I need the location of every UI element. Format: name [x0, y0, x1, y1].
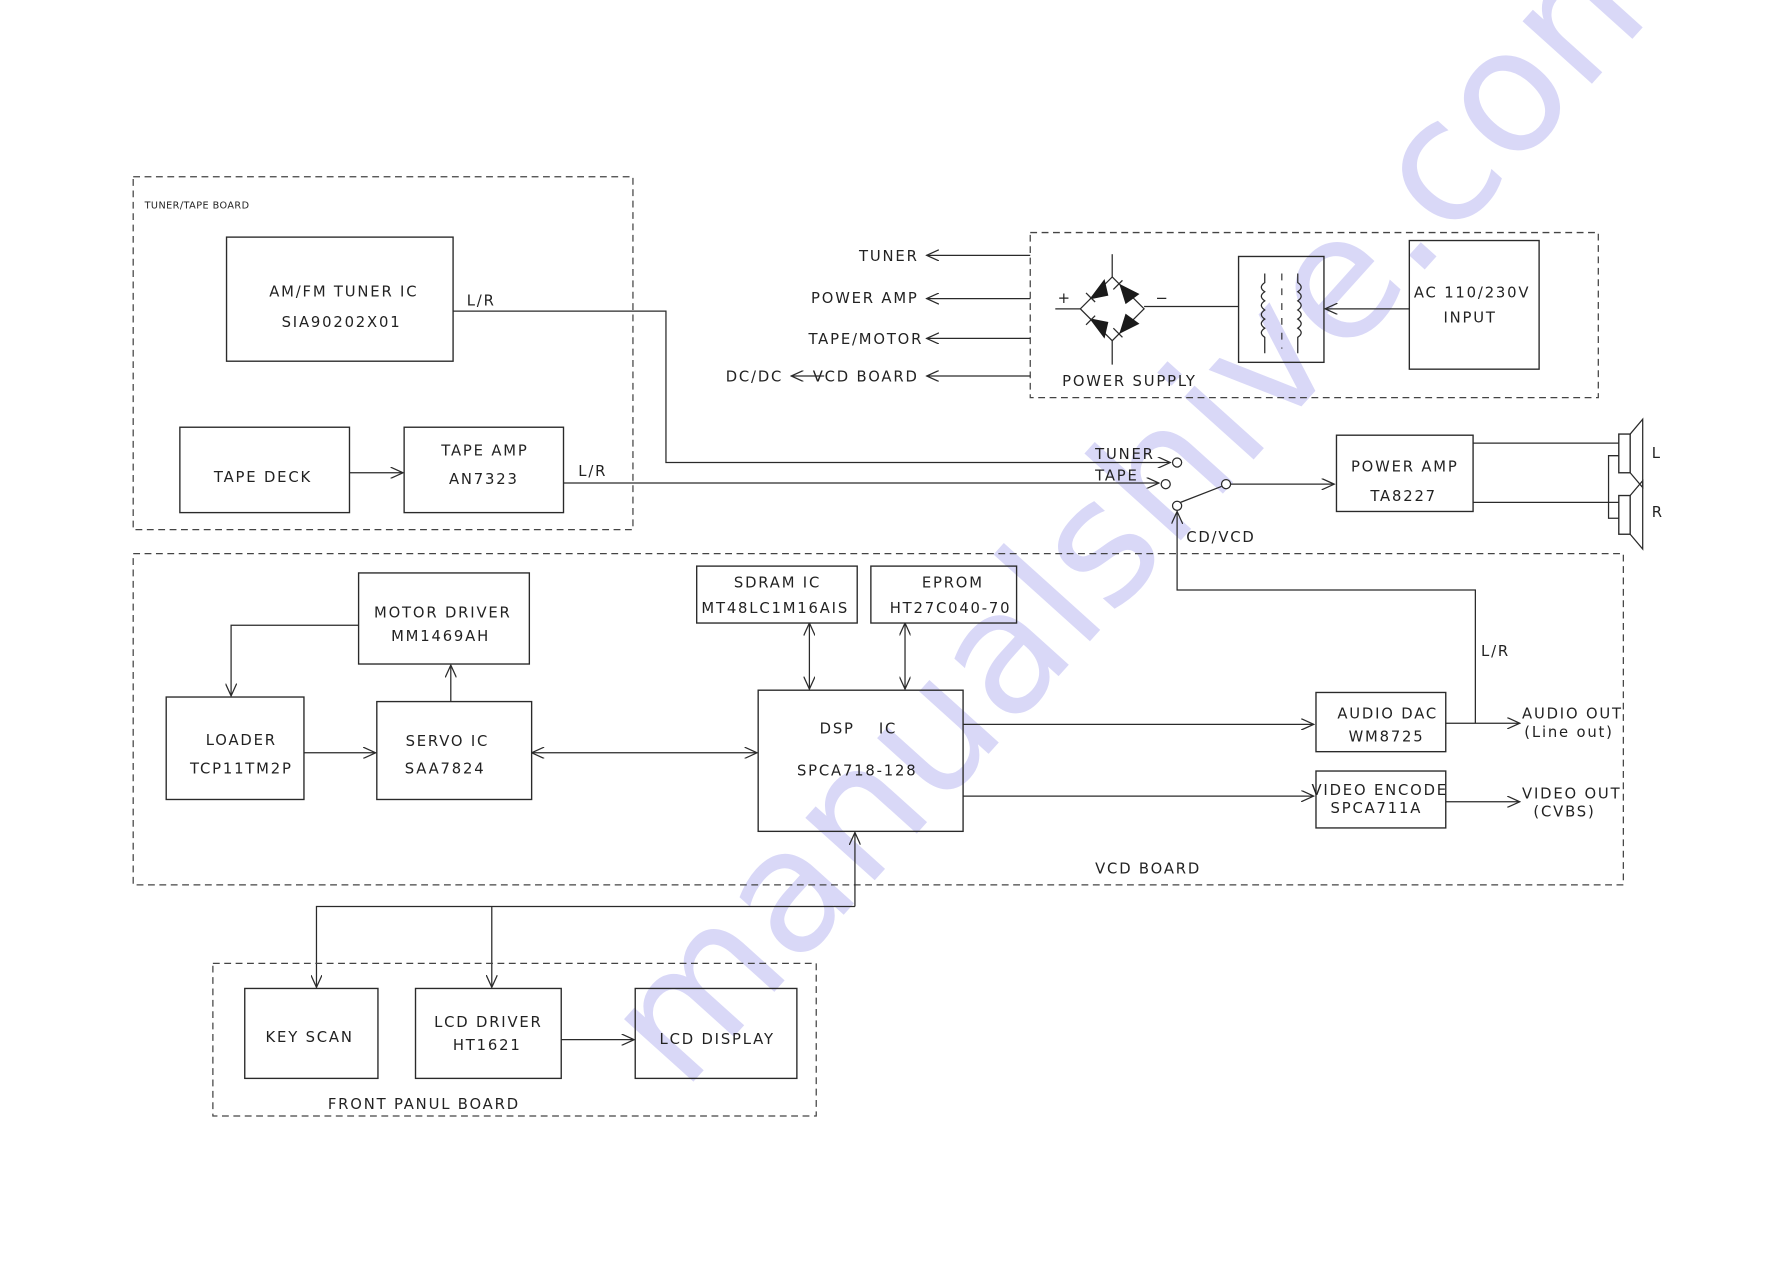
power-out-tapemotor-label: TAPE/MOTOR	[807, 331, 923, 348]
speaker-right-icon	[1618, 479, 1644, 551]
lcd-driver-block[interactable]: LCD DRIVER HT1621	[414, 987, 562, 1080]
audio-dac-title: AUDIO DAC	[1337, 706, 1438, 723]
speaker-left-label: L	[1652, 445, 1662, 462]
switch-tuner-terminal[interactable]	[1171, 457, 1183, 468]
speaker-left-icon	[1618, 417, 1644, 490]
audio-dac-block[interactable]: AUDIO DAC WM8725	[1315, 691, 1447, 753]
power-amp-title: POWER AMP	[1351, 459, 1459, 476]
video-out-sublabel: (CVBS)	[1533, 804, 1595, 821]
tape-lr-label: L/R	[578, 463, 607, 480]
bridge-rectifier-icon	[1055, 254, 1145, 365]
loader-title: LOADER	[206, 732, 277, 749]
tape-amp-title: TAPE AMP	[440, 443, 528, 460]
audio-out-label: AUDIO OUT	[1522, 706, 1623, 723]
motor-driver-part: MM1469AH	[391, 628, 490, 645]
audio-out-sublabel: (Line out)	[1524, 724, 1613, 741]
power-outputs: TUNER POWER AMP TAPE/MOTOR VCD BOARD DC/…	[726, 248, 1031, 386]
tuner-tape-board: TUNER/TAPE BOARD AM/FM TUNER IC SIA90202…	[132, 176, 634, 531]
switch-cdvcd-label: CD/VCD	[1186, 529, 1255, 546]
plus-terminal-label: +	[1058, 290, 1072, 307]
loader-block[interactable]: LOADER TCP11TM2P	[165, 696, 305, 801]
watermark: manualshive.com	[566, 0, 1723, 1121]
loader-part: TCP11TM2P	[189, 760, 293, 777]
sdram-ic-part: MT48LC1M16AIS	[701, 600, 849, 617]
motor-driver-title: MOTOR DRIVER	[374, 604, 512, 621]
ac-input-subtitle: INPUT	[1443, 309, 1496, 326]
tuner-ic-part: SIA90202X01	[282, 314, 402, 331]
eprom-part: HT27C040-70	[890, 600, 1012, 617]
power-out-tuner-label: TUNER	[858, 248, 919, 265]
tape-amp-part: AN7323	[449, 471, 519, 488]
ac-input-title: AC 110/230V	[1414, 284, 1530, 301]
audio-dac-part: WM8725	[1349, 728, 1425, 745]
tape-amp-block[interactable]: TAPE AMP AN7323	[403, 426, 565, 514]
power-amp-block[interactable]: POWER AMP TA8227	[1335, 434, 1474, 513]
front-panel-label: FRONT PANUL BOARD	[328, 1096, 520, 1113]
dsp-ic-part: SPCA718-128	[797, 763, 918, 780]
minus-terminal-label: −	[1155, 290, 1169, 307]
power-out-poweramp-label: POWER AMP	[811, 290, 919, 307]
switch-common-terminal[interactable]	[1220, 478, 1232, 490]
key-scan-title: KEY SCAN	[266, 1029, 354, 1046]
servo-ic-block[interactable]: SERVO IC SAA7824	[376, 700, 533, 801]
tuner-ic-block[interactable]: AM/FM TUNER IC SIA90202X01	[225, 236, 454, 362]
lcd-display-title: LCD DISPLAY	[660, 1031, 775, 1048]
motor-driver-block[interactable]: MOTOR DRIVER MM1469AH	[357, 572, 531, 665]
speaker-ground-wire	[1607, 455, 1619, 519]
speaker-right-label: R	[1652, 504, 1664, 521]
dsp-ic-title-2: IC	[879, 720, 897, 737]
block-diagram: manualshive.com TUNER/TAPE BOARD AM/FM T…	[132, 0, 1723, 1121]
servo-ic-title: SERVO IC	[406, 733, 490, 750]
sdram-ic-title: SDRAM IC	[734, 575, 821, 592]
tape-deck-title: TAPE DECK	[213, 469, 312, 486]
dsp-ic-title-1: DSP	[820, 720, 855, 737]
video-encode-block[interactable]: VIDEO ENCODE SPCA711A	[1311, 770, 1447, 829]
vcd-board-label: VCD BOARD	[1095, 860, 1201, 877]
tuner-ic-title: AM/FM TUNER IC	[269, 283, 418, 300]
tuner-tape-board-label: TUNER/TAPE BOARD	[144, 201, 250, 212]
eprom-title: EPROM	[922, 575, 984, 592]
lcd-driver-title: LCD DRIVER	[434, 1014, 543, 1031]
lcd-driver-part: HT1621	[453, 1037, 522, 1054]
key-scan-block[interactable]: KEY SCAN	[244, 987, 379, 1080]
watermark-text: manualshive.com	[566, 0, 1723, 1121]
power-amp-part: TA8227	[1369, 488, 1437, 505]
dac-lr-label: L/R	[1481, 643, 1510, 660]
switch-tuner-label: TUNER	[1094, 446, 1155, 463]
video-encode-title: VIDEO ENCODE	[1311, 782, 1447, 799]
power-out-vcd-label: VCD BOARD	[813, 369, 919, 386]
power-supply-label: POWER SUPPLY	[1062, 373, 1197, 390]
motor-driver-to-loader-arrow	[231, 624, 359, 696]
switch-tape-terminal[interactable]	[1160, 478, 1171, 490]
sdram-ic-block[interactable]: SDRAM IC MT48LC1M16AIS	[696, 565, 858, 624]
video-encode-part: SPCA711A	[1331, 800, 1423, 817]
switch-cdvcd-terminal[interactable]	[1171, 500, 1183, 511]
tape-deck-block[interactable]: TAPE DECK	[179, 426, 351, 514]
servo-ic-part: SAA7824	[405, 760, 486, 777]
dcdc-label: DC/DC	[726, 369, 784, 386]
video-out-label: VIDEO OUT	[1522, 785, 1621, 802]
switch-tape-label: TAPE	[1094, 468, 1139, 485]
tuner-lr-label: L/R	[467, 292, 496, 309]
tuner-tape-board-border	[132, 176, 634, 531]
